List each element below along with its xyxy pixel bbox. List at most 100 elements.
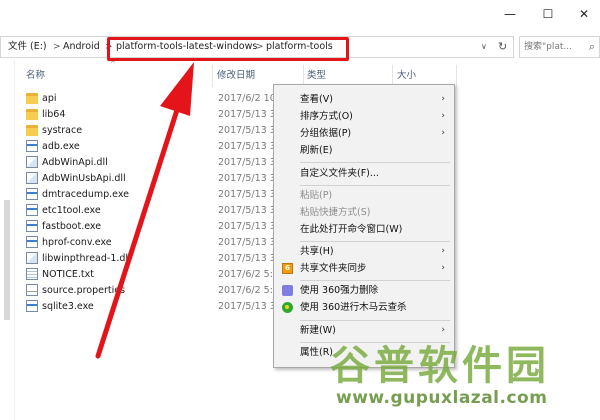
menu-divider — [300, 185, 450, 186]
search-input[interactable] — [524, 39, 582, 55]
submenu-chevron-icon: › — [441, 111, 445, 121]
file-date: 2017/5/13 3: — [218, 141, 279, 152]
refresh-icon[interactable]: ↻ — [498, 37, 507, 57]
menu-item-label: 共享(H) — [300, 246, 334, 257]
file-name: etc1tool.exe — [42, 205, 101, 216]
menu-divider — [300, 320, 450, 321]
menu-item-share-folder-sync[interactable]: 6 共享文件夹同步 › — [274, 260, 454, 277]
column-header-type[interactable]: 类型 — [307, 68, 326, 84]
file-date: 2017/5/13 3: — [218, 253, 279, 264]
executable-file-icon — [26, 220, 38, 232]
navigation-scrollbar-thumb[interactable] — [4, 200, 10, 320]
search-icon[interactable]: ⌕ — [589, 40, 595, 54]
dll-file-icon — [26, 172, 38, 184]
breadcrumb-separator[interactable]: > — [53, 37, 61, 57]
menu-item-sort-by[interactable]: 排序方式(O) › — [274, 108, 454, 125]
file-date: 2017/5/13 3: — [218, 125, 279, 136]
menu-item-360-shred[interactable]: 使用 360强力删除 — [274, 282, 454, 299]
file-date: 2017/5/13 3: — [218, 157, 279, 168]
folder-sync-icon: 6 — [282, 263, 293, 274]
file-date: 2017/5/13 3: — [218, 109, 279, 120]
file-date: 2017/6/2 10: — [218, 93, 279, 104]
file-name: NOTICE.txt — [42, 269, 94, 280]
file-name: api — [42, 93, 57, 104]
minimize-button[interactable]: — — [492, 0, 528, 28]
title-bar: — ☐ ✕ — [0, 0, 600, 32]
executable-file-icon — [26, 236, 38, 248]
file-date: 2017/5/13 3: — [218, 237, 279, 248]
maximize-icon: ☐ — [542, 7, 554, 21]
column-divider[interactable] — [212, 65, 213, 87]
menu-item-view[interactable]: 查看(V) › — [274, 91, 454, 108]
column-header-name[interactable]: 名称 — [26, 68, 45, 84]
menu-item-open-command-window[interactable]: 在此处打开命令窗口(W) — [274, 221, 454, 238]
file-date: 2017/5/13 3: — [218, 189, 279, 200]
address-history-chevron-icon[interactable]: ∨ — [481, 37, 487, 57]
menu-item-group-by[interactable]: 分组依据(P) › — [274, 125, 454, 142]
submenu-chevron-icon: › — [441, 94, 445, 104]
close-button[interactable]: ✕ — [566, 0, 600, 28]
text-file-icon — [26, 268, 38, 280]
file-name: dmtracedump.exe — [42, 189, 130, 200]
folder-icon — [26, 93, 38, 104]
maximize-button[interactable]: ☐ — [530, 0, 566, 28]
file-name: lib64 — [42, 109, 66, 120]
menu-item-share[interactable]: 共享(H) › — [274, 243, 454, 260]
menu-item-label: 排序方式(O) — [300, 111, 353, 122]
menu-item-refresh[interactable]: 刷新(E) — [274, 142, 454, 159]
file-date: 2017/6/2 5: — [218, 269, 273, 280]
breadcrumb-drive[interactable]: 文件 (E:) — [8, 37, 47, 57]
file-date: 2017/5/13 3: — [218, 173, 279, 184]
watermark-url: www.gupuxlazal.com — [336, 388, 548, 408]
executable-file-icon — [26, 204, 38, 216]
menu-divider — [300, 162, 450, 163]
menu-item-label: 粘贴(P) — [300, 190, 333, 201]
column-divider[interactable] — [456, 65, 457, 87]
menu-divider — [300, 241, 450, 242]
menu-item-label: 使用 360进行木马云查杀 — [300, 302, 407, 313]
submenu-chevron-icon: › — [441, 263, 445, 273]
file-date: 2017/5/13 3: — [218, 221, 279, 232]
column-header-date[interactable]: 修改日期 — [217, 68, 255, 84]
context-menu: 查看(V) › 排序方式(O) › 分组依据(P) › 刷新(E) 自定义文件夹(F)… — [273, 84, 455, 368]
menu-item-label: 属性(R) — [300, 347, 334, 358]
search-box[interactable]: ⌕ — [519, 36, 600, 58]
address-highlight-box — [107, 37, 349, 61]
folder-icon — [26, 125, 38, 136]
executable-file-icon — [26, 300, 38, 312]
submenu-chevron-icon: › — [441, 128, 445, 138]
breadcrumb-android[interactable]: Android — [63, 37, 100, 57]
file-name: source.properties — [42, 285, 126, 296]
menu-divider — [300, 280, 450, 281]
file-name: adb.exe — [42, 141, 80, 152]
submenu-chevron-icon: › — [441, 246, 445, 256]
file-name: AdbWinUsbApi.dll — [42, 173, 126, 184]
menu-item-customize-folder[interactable]: 自定义文件夹(F)... — [274, 165, 454, 182]
menu-item-label: 粘贴快捷方式(S) — [300, 207, 371, 218]
properties-file-icon — [26, 284, 38, 296]
file-name: systrace — [42, 125, 83, 136]
menu-item-label: 共享文件夹同步 — [300, 263, 367, 274]
menu-item-paste-shortcut[interactable]: 粘贴快捷方式(S) — [274, 204, 454, 221]
folder-icon — [26, 109, 38, 120]
file-name: sqlite3.exe — [42, 301, 94, 312]
security-scan-icon — [282, 302, 293, 313]
file-date: 2017/5/13 3: — [218, 205, 279, 216]
menu-item-label: 刷新(E) — [300, 145, 333, 156]
watermark-logo: 谷普软件园 — [330, 343, 550, 389]
shredder-icon — [282, 285, 293, 296]
menu-item-label: 自定义文件夹(F)... — [300, 168, 379, 179]
menu-item-label: 在此处打开命令窗口(W) — [300, 224, 403, 235]
sort-ascending-icon: ^ — [110, 60, 116, 68]
file-name: AdbWinApi.dll — [42, 157, 108, 168]
column-header-size[interactable]: 大小 — [397, 68, 416, 84]
menu-item-paste[interactable]: 粘贴(P) — [274, 187, 454, 204]
dll-file-icon — [26, 156, 38, 168]
file-name: libwinpthread-1.dll — [42, 253, 131, 264]
menu-item-360-trojan-scan[interactable]: 使用 360进行木马云查杀 — [274, 299, 454, 316]
menu-item-label: 查看(V) — [300, 94, 333, 105]
file-date: 2017/5/13 3: — [218, 301, 279, 312]
executable-file-icon — [26, 188, 38, 200]
file-date: 2017/6/2 5:3 — [218, 285, 279, 296]
minimize-icon: — — [504, 7, 516, 21]
